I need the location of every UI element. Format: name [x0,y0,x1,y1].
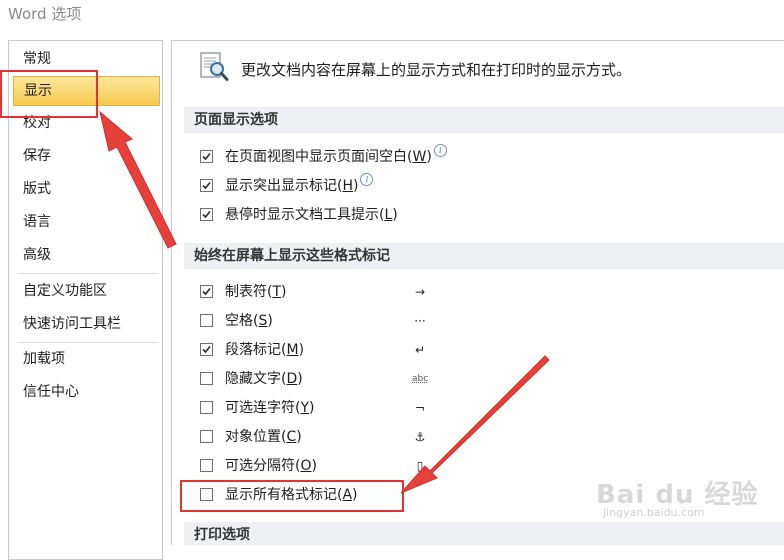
arrow-to-display-item [99,110,177,249]
annotation-arrows [99,110,550,494]
arrow-to-show-all-marks [400,355,550,494]
watermark-url: jingyan.baidu.com [603,506,705,519]
